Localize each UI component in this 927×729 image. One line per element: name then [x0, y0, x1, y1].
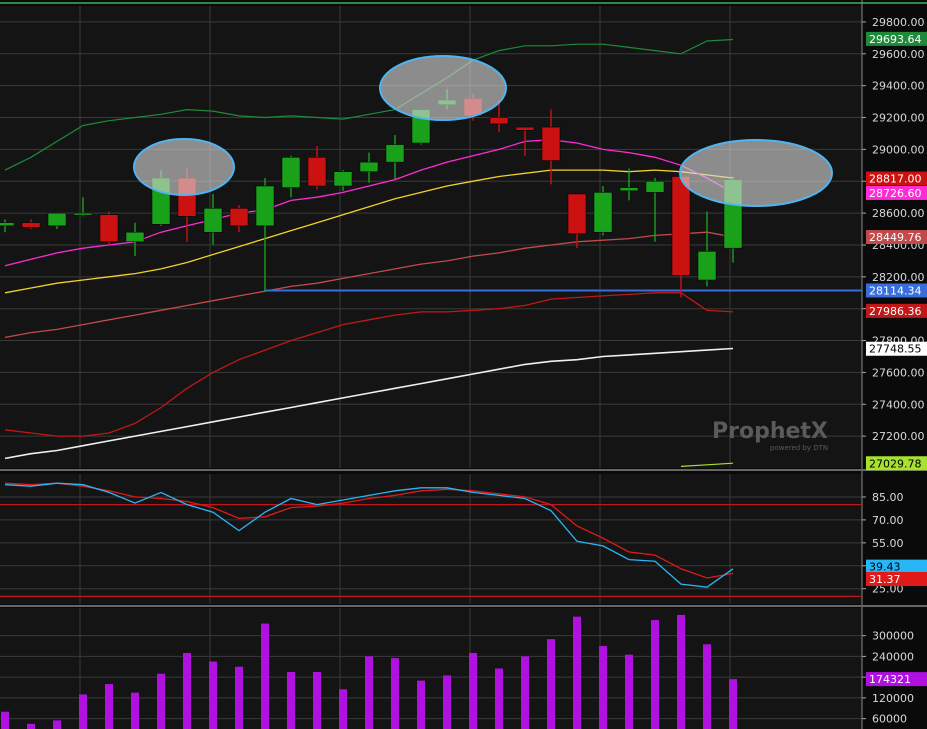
- candle-body: [671, 176, 691, 276]
- highlight-ellipse: [379, 55, 507, 121]
- volume-bar: [573, 616, 581, 729]
- volume-bar: [235, 666, 243, 729]
- volume-bar: [79, 694, 87, 729]
- candle-body: [47, 212, 67, 227]
- stoch-axis-tick-label: 85.00: [872, 491, 904, 504]
- chart-window: 27200.0027400.0027600.0027800.0028000.00…: [0, 0, 927, 729]
- volume-bar: [729, 679, 737, 729]
- volume-bar: [443, 675, 451, 729]
- volume-axis-tick-label: 60000: [872, 713, 907, 726]
- price-axis-tick-label: 27400.00: [872, 398, 925, 411]
- volume-bar: [287, 671, 295, 729]
- price-axis-tick-label: 29600.00: [872, 48, 925, 61]
- candle-body: [229, 208, 249, 227]
- volume-bar: [261, 623, 269, 729]
- price-tag-label: 28449.76: [869, 231, 922, 244]
- candle-body: [515, 126, 535, 131]
- price-axis-tick-label: 29000.00: [872, 143, 925, 156]
- stoch-tag-label: 39.43: [869, 561, 901, 574]
- volume-bar: [105, 684, 113, 729]
- volume-bar: [521, 656, 529, 729]
- volume-bar: [209, 661, 217, 729]
- stoch-panel-background: [0, 474, 862, 604]
- candle-body: [125, 231, 145, 243]
- volume-bar: [677, 614, 685, 729]
- candle-body: [645, 180, 665, 193]
- volume-bar: [703, 644, 711, 729]
- price-tag-label: 28114.34: [869, 284, 922, 297]
- volume-bar: [599, 646, 607, 729]
- price-axis-tick-label: 29200.00: [872, 112, 925, 125]
- volume-axis-tick-label: 300000: [872, 630, 914, 643]
- highlight-ellipse: [679, 139, 833, 207]
- price-axis-tick-label: 27200.00: [872, 430, 925, 443]
- stoch-axis-tick-label: 70.00: [872, 514, 904, 527]
- candle-body: [333, 171, 353, 187]
- volume-bar: [27, 723, 35, 729]
- watermark-logo: ProphetX: [712, 419, 828, 444]
- chart-canvas[interactable]: 27200.0027400.0027600.0027800.0028000.00…: [0, 0, 927, 729]
- price-tag-label: 28817.00: [869, 173, 922, 186]
- highlight-ellipse: [133, 138, 235, 196]
- candle-body: [73, 212, 93, 216]
- candle-body: [567, 193, 587, 235]
- volume-tag-label: 174321: [869, 673, 911, 686]
- price-axis-tick-label: 28600.00: [872, 207, 925, 220]
- volume-bar: [313, 671, 321, 729]
- volume-bar: [157, 673, 165, 729]
- volume-bar: [417, 680, 425, 729]
- watermark-subtitle: powered by DTN: [770, 444, 828, 452]
- candle-body: [697, 251, 717, 281]
- candle-body: [619, 187, 639, 192]
- candle-body: [99, 214, 119, 243]
- candle-body: [593, 192, 613, 233]
- price-tag-label: 27029.78: [869, 457, 922, 470]
- candle-body: [307, 157, 327, 187]
- volume-bar: [365, 656, 373, 729]
- volume-bar: [391, 658, 399, 729]
- stoch-axis-tick-label: 55.00: [872, 537, 904, 550]
- volume-bar: [1, 711, 9, 729]
- price-axis-tick-label: 27600.00: [872, 366, 925, 379]
- candle-body: [281, 157, 301, 188]
- price-tag-label: 28726.60: [869, 187, 922, 200]
- volume-bar: [131, 692, 139, 729]
- volume-bar: [651, 620, 659, 729]
- candle-body: [489, 117, 509, 125]
- volume-bar: [495, 668, 503, 729]
- candle-body: [385, 144, 405, 163]
- candle-body: [21, 222, 41, 228]
- volume-bar: [469, 652, 477, 729]
- volume-bar: [339, 689, 347, 729]
- volume-bar: [53, 720, 61, 729]
- price-tag-label: 27748.55: [869, 343, 922, 356]
- candle-body: [359, 161, 379, 172]
- volume-bar: [183, 652, 191, 729]
- candle-body: [255, 185, 275, 227]
- volume-bar: [547, 639, 555, 729]
- volume-axis-tick-label: 240000: [872, 650, 914, 663]
- volume-axis-tick-label: 120000: [872, 692, 914, 705]
- price-tag-label: 29693.64: [869, 33, 922, 46]
- price-axis-tick-label: 28200.00: [872, 271, 925, 284]
- price-axis-tick-label: 29400.00: [872, 80, 925, 93]
- candle-body: [0, 222, 15, 227]
- volume-bar: [625, 654, 633, 729]
- stoch-tag-label: 31.37: [869, 573, 901, 586]
- candle-body: [203, 208, 223, 233]
- candle-body: [541, 126, 561, 161]
- price-axis-tick-label: 29800.00: [872, 16, 925, 29]
- price-tag-label: 27986.36: [869, 305, 922, 318]
